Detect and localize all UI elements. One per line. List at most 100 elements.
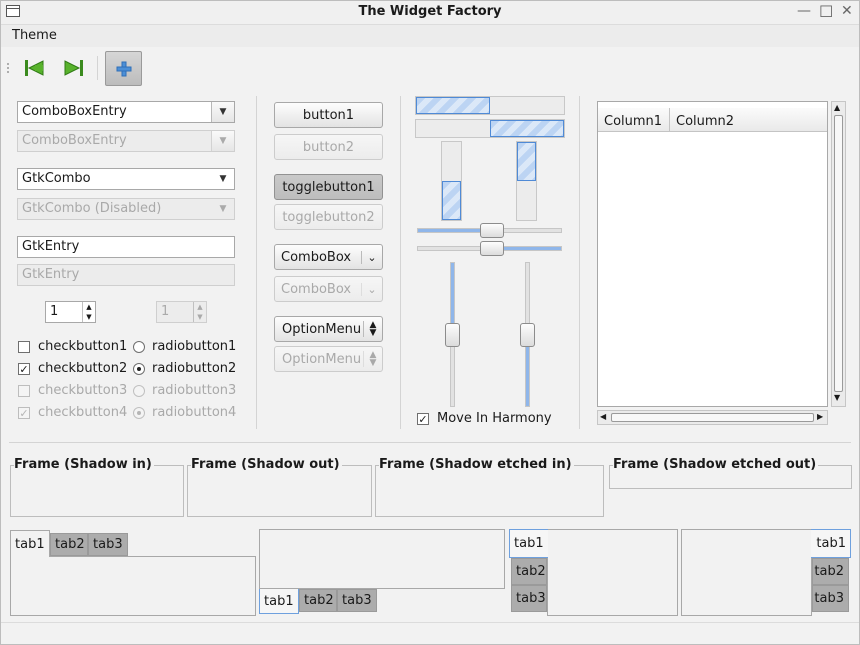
progress-fill (490, 120, 564, 137)
combo-box-entry-text[interactable]: ComboBoxEntry (18, 102, 211, 122)
button1[interactable]: button1 (274, 102, 383, 128)
window-title: The Widget Factory (358, 4, 502, 19)
main-window: The Widget Factory — ☐ ✕ Theme ComboBoxE… (0, 0, 860, 645)
notebook-right-tab2[interactable]: tab2 (812, 558, 849, 585)
horizontal-separator (9, 442, 851, 443)
add-button[interactable] (105, 51, 142, 86)
go-last-icon (64, 60, 83, 76)
up-down-arrows-icon: ▲ ▼ (363, 351, 382, 368)
progress-fill (442, 181, 461, 220)
combo-box-entry[interactable]: ComboBoxEntry ▼ (17, 101, 235, 123)
notebook-left-tab3[interactable]: tab3 (511, 585, 547, 612)
spin-button-disabled: 1 ▲ ▼ (156, 301, 207, 323)
chevron-down-icon[interactable]: ▼ (211, 102, 234, 122)
column2-header[interactable]: Column2 (670, 108, 827, 132)
chevron-down-icon: ▼ (212, 199, 234, 219)
scroll-thumb[interactable] (834, 115, 843, 392)
column-separator (400, 96, 401, 429)
frame-shadow-in-label: Frame (Shadow in) (14, 457, 154, 472)
checkbutton1-label[interactable]: checkbutton1 (38, 339, 127, 354)
combobox-label[interactable]: ComboBox (275, 250, 361, 265)
togglebutton1[interactable]: togglebutton1 (274, 174, 383, 200)
vscale-handle[interactable] (520, 323, 535, 347)
notebook-top-tab1[interactable]: tab1 (10, 530, 50, 557)
hscale-2[interactable] (417, 241, 562, 256)
scroll-right-icon[interactable]: ▶ (817, 412, 823, 421)
close-icon[interactable]: ✕ (841, 3, 853, 19)
hscale-1[interactable] (417, 223, 562, 238)
spin-down-icon: ▼ (197, 313, 203, 321)
progress-fill (517, 142, 536, 181)
spin-up-icon[interactable]: ▲ (86, 303, 91, 311)
spin-button-value[interactable]: 1 (46, 302, 82, 322)
scroll-left-icon[interactable]: ◀ (600, 412, 606, 421)
spin-down-icon[interactable]: ▼ (86, 313, 91, 321)
chevron-down-icon: ⌄ (361, 282, 382, 296)
combobox-disabled: ComboBox ⌄ (274, 276, 383, 302)
vscale-2[interactable] (520, 262, 535, 407)
frame-shadow-out-label: Frame (Shadow out) (191, 457, 342, 472)
scroll-thumb[interactable] (611, 413, 814, 422)
chevron-down-icon[interactable]: ▼ (212, 169, 234, 189)
scroll-up-icon[interactable]: ▲ (834, 103, 840, 112)
move-in-harmony-label[interactable]: Move In Harmony (437, 411, 552, 426)
column1-header[interactable]: Column1 (598, 108, 670, 132)
minimize-icon[interactable]: — (797, 3, 811, 19)
maximize-icon[interactable]: ☐ (819, 2, 833, 21)
tree-view-header: Column1 Column2 (598, 108, 827, 132)
gtk-entry[interactable]: GtkEntry (17, 236, 235, 258)
vscale-1[interactable] (445, 262, 460, 407)
horizontal-scrollbar[interactable]: ◀ ▶ (597, 410, 828, 425)
menu-bar: Theme (1, 25, 859, 47)
status-bar (1, 623, 859, 644)
notebook-bottom-tab2[interactable]: tab2 (299, 589, 337, 612)
hscale-handle[interactable] (480, 241, 504, 256)
tree-view[interactable]: Column1 Column2 (597, 101, 828, 407)
hscale-handle[interactable] (480, 223, 504, 238)
radiobutton2-label[interactable]: radiobutton2 (152, 361, 236, 376)
toolbar (1, 48, 859, 88)
option-menu-disabled: OptionMenu ▲ ▼ (274, 346, 383, 372)
vertical-scrollbar[interactable]: ▲ ▼ (831, 101, 846, 407)
gtk-combo-text[interactable]: GtkCombo (18, 169, 212, 189)
notebook-left-tab2[interactable]: tab2 (511, 558, 547, 585)
checkbutton2-box[interactable]: ✓ (18, 363, 30, 375)
option-menu[interactable]: OptionMenu ▲ ▼ (274, 316, 383, 342)
spin-up-icon: ▲ (197, 303, 203, 311)
notebook-right-page (681, 529, 812, 616)
combobox[interactable]: ComboBox ⌄ (274, 244, 383, 270)
frame-shadow-etched-in (375, 465, 604, 517)
scroll-down-icon[interactable]: ▼ (834, 393, 840, 402)
progress-fill (416, 97, 490, 114)
chevron-down-icon[interactable]: ⌄ (361, 250, 382, 264)
checkbutton2-label[interactable]: checkbutton2 (38, 361, 127, 376)
progress-bar-horizontal-1 (415, 96, 565, 115)
checkbutton1-box[interactable] (18, 341, 30, 353)
gtk-combo[interactable]: GtkCombo ▼ (17, 168, 235, 190)
toolbar-grip-icon[interactable] (6, 62, 10, 74)
move-in-harmony-checkbox[interactable]: ✓ (417, 413, 429, 425)
radiobutton1-label[interactable]: radiobutton1 (152, 339, 236, 354)
column-separator (579, 96, 580, 429)
go-first-button[interactable] (17, 51, 51, 85)
radiobutton2-circle[interactable] (133, 363, 145, 375)
progress-bar-vertical-1 (441, 141, 462, 221)
vscale-handle[interactable] (445, 323, 460, 347)
notebook-left-tab1[interactable]: tab1 (509, 529, 548, 558)
spin-button[interactable]: 1 ▲ ▼ (45, 301, 96, 323)
menu-theme[interactable]: Theme (12, 28, 57, 43)
notebook-bottom-tab1[interactable]: tab1 (259, 589, 299, 614)
notebook-bottom-tab3[interactable]: tab3 (337, 589, 377, 612)
go-last-button[interactable] (57, 51, 91, 85)
up-down-arrows-icon[interactable]: ▲ ▼ (363, 321, 382, 338)
checkbutton4-box: ✓ (18, 406, 30, 420)
notebook-right-tab3[interactable]: tab3 (812, 585, 849, 612)
toolbar-separator (97, 56, 98, 80)
option-menu-disabled-label: OptionMenu (282, 351, 362, 367)
option-menu-label[interactable]: OptionMenu (275, 322, 363, 337)
notebook-top-tab3[interactable]: tab3 (88, 533, 128, 556)
notebook-top-tab2[interactable]: tab2 (50, 533, 88, 556)
frame-shadow-in (10, 465, 184, 517)
notebook-right-tab1[interactable]: tab1 (811, 529, 851, 558)
radiobutton1-circle[interactable] (133, 341, 145, 353)
